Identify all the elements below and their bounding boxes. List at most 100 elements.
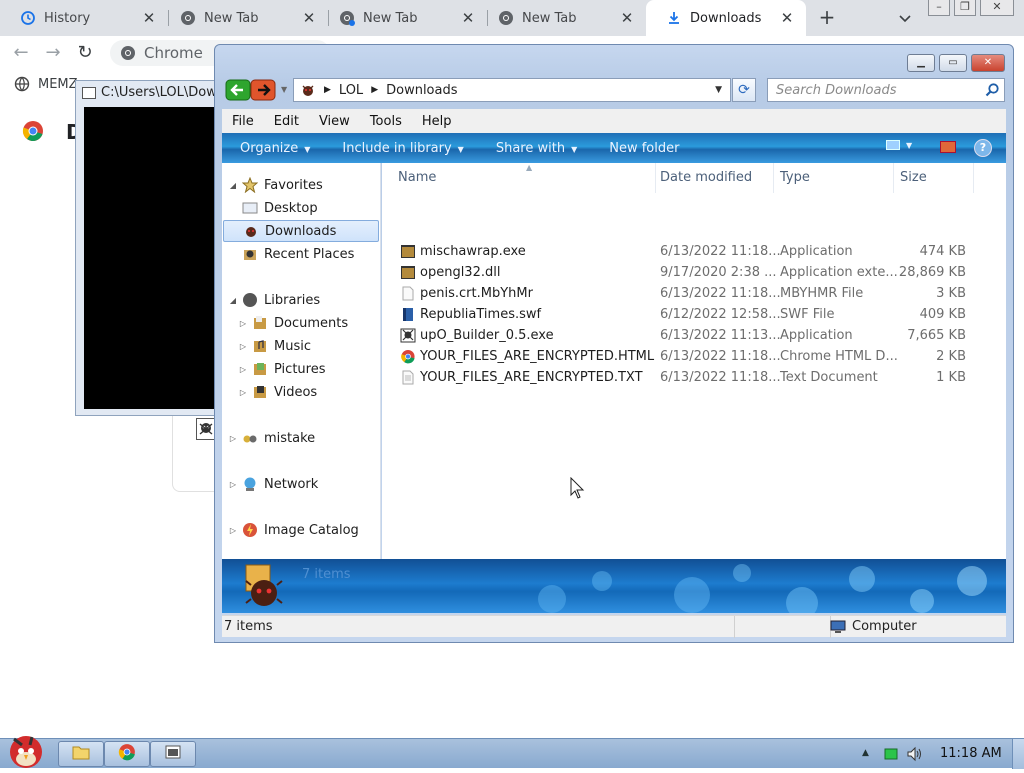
- expand-arrow-icon[interactable]: ▷: [238, 319, 248, 328]
- expand-arrow-icon[interactable]: ▷: [238, 365, 248, 374]
- browser-tab-strip: History ✕ New Tab ✕ New Tab ✕ New Tab ✕ …: [0, 0, 1024, 36]
- file-row[interactable]: upO_Builder_0.5.exe 6/13/2022 11:13... A…: [382, 326, 982, 347]
- console-output[interactable]: [84, 107, 226, 409]
- tab-downloads[interactable]: Downloads ✕: [646, 0, 806, 36]
- explorer-address-bar[interactable]: ▶ LOL ▶ Downloads ▼: [293, 78, 731, 102]
- skull-app-icon[interactable]: [196, 418, 216, 440]
- menu-help[interactable]: Help: [412, 114, 462, 129]
- nav-recent-places[interactable]: Recent Places: [242, 243, 354, 265]
- expand-arrow-icon[interactable]: ▷: [228, 480, 238, 489]
- tab-new-tab-2[interactable]: New Tab ✕: [319, 0, 487, 36]
- console-window[interactable]: C:\Users\LOL\Downloads: [75, 80, 260, 416]
- nav-documents[interactable]: ▷ Documents: [238, 312, 348, 334]
- history-dropdown-icon[interactable]: ▼: [281, 85, 287, 94]
- file-row[interactable]: mischawrap.exe 6/13/2022 11:18... Applic…: [382, 242, 982, 263]
- file-size: 2 KB: [936, 349, 966, 364]
- expand-arrow-icon[interactable]: ▷: [228, 526, 238, 535]
- include-in-library-button[interactable]: Include in library ▼: [342, 141, 463, 156]
- nav-label: mistake: [264, 430, 316, 446]
- show-hidden-icons-icon[interactable]: ▲: [862, 748, 869, 758]
- file-date: 9/17/2020 2:38 ...: [660, 265, 777, 280]
- close-tab-icon[interactable]: ✕: [300, 9, 318, 27]
- tab-history[interactable]: History ✕: [0, 0, 168, 36]
- nav-favorites[interactable]: ◢ Favorites: [228, 174, 323, 196]
- help-icon[interactable]: ?: [974, 139, 992, 157]
- new-tab-button[interactable]: +: [816, 7, 838, 29]
- file-row[interactable]: RepubliaTimes.swf 6/12/2022 12:58... SWF…: [382, 305, 982, 326]
- column-header-date[interactable]: Date modified: [654, 163, 774, 193]
- blank-file-icon: [400, 286, 416, 301]
- column-header-type[interactable]: Type: [774, 163, 894, 193]
- search-icon[interactable]: [984, 82, 1000, 98]
- taskbar-chrome-button[interactable]: [104, 741, 150, 767]
- restore-button[interactable]: ❐: [954, 0, 976, 16]
- new-folder-button[interactable]: New folder: [609, 141, 679, 156]
- minimize-button[interactable]: ▁: [907, 54, 935, 72]
- nav-mistake[interactable]: ▷ mistake: [228, 427, 315, 449]
- column-header-name[interactable]: Name ▲: [392, 163, 656, 193]
- taskbar-clock[interactable]: 11:18 AM: [940, 746, 1002, 761]
- expand-arrow-icon[interactable]: ▷: [238, 388, 248, 397]
- menu-view[interactable]: View: [309, 114, 360, 129]
- refresh-button[interactable]: ⟳: [732, 78, 756, 102]
- share-with-button[interactable]: Share with ▼: [496, 141, 577, 156]
- bookmark-memz[interactable]: MEMZ: [14, 76, 78, 92]
- menu-tools[interactable]: Tools: [360, 114, 412, 129]
- nav-libraries[interactable]: ◢ Libraries: [228, 289, 320, 311]
- file-row[interactable]: YOUR_FILES_ARE_ENCRYPTED.TXT 6/13/2022 1…: [382, 368, 982, 389]
- volume-icon[interactable]: [906, 746, 924, 766]
- maximize-button[interactable]: ▭: [939, 54, 967, 72]
- file-row[interactable]: penis.crt.MbYhMr 6/13/2022 11:18... MBYH…: [382, 284, 982, 305]
- nav-image-catalog[interactable]: ▷ Image Catalog: [228, 519, 359, 541]
- start-button[interactable]: [2, 731, 50, 773]
- chevron-right-icon[interactable]: ▶: [324, 85, 331, 95]
- menu-edit[interactable]: Edit: [264, 114, 309, 129]
- expand-arrow-icon[interactable]: ▷: [228, 434, 238, 443]
- chevron-down-icon[interactable]: ▼: [715, 85, 722, 95]
- nav-downloads[interactable]: Downloads: [223, 220, 379, 242]
- tab-search-chevron-icon[interactable]: [895, 8, 915, 28]
- taskbar-console-button[interactable]: [150, 741, 196, 767]
- breadcrumb-downloads[interactable]: Downloads: [386, 83, 457, 98]
- tab-new-tab-1[interactable]: New Tab ✕: [160, 0, 328, 36]
- file-size: 1 KB: [936, 370, 966, 385]
- close-window-button[interactable]: ✕: [980, 0, 1014, 16]
- column-label: Type: [780, 170, 810, 185]
- menu-file[interactable]: File: [222, 114, 264, 129]
- close-tab-icon[interactable]: ✕: [618, 9, 636, 27]
- chevron-right-icon[interactable]: ▶: [371, 85, 378, 95]
- file-row[interactable]: opengl32.dll 9/17/2020 2:38 ... Applicat…: [382, 263, 982, 284]
- close-button[interactable]: ✕: [971, 54, 1005, 72]
- close-tab-icon[interactable]: ✕: [778, 9, 796, 27]
- show-desktop-button[interactable]: [1012, 739, 1024, 769]
- collapse-arrow-icon[interactable]: ◢: [228, 296, 238, 305]
- back-arrow-icon[interactable]: ←: [10, 42, 32, 64]
- search-input[interactable]: Search Downloads: [767, 78, 1005, 102]
- tab-new-tab-3[interactable]: New Tab ✕: [478, 0, 646, 36]
- organize-button[interactable]: Organize ▼: [240, 141, 310, 156]
- nav-label: Network: [264, 476, 319, 492]
- minimize-button[interactable]: –: [928, 0, 950, 16]
- file-type: Application: [780, 328, 853, 343]
- taskbar-explorer-button[interactable]: [58, 741, 104, 767]
- power-status-icon[interactable]: [884, 747, 898, 765]
- close-tab-icon[interactable]: ✕: [459, 9, 477, 27]
- forward-arrow-icon[interactable]: →: [42, 42, 64, 64]
- file-date: 6/13/2022 11:18...: [660, 349, 781, 364]
- nav-pictures[interactable]: ▷ Pictures: [238, 358, 326, 380]
- close-tab-icon[interactable]: ✕: [140, 9, 158, 27]
- preview-pane-icon[interactable]: [940, 141, 956, 153]
- nav-videos[interactable]: ▷ Videos: [238, 381, 317, 403]
- reload-icon[interactable]: ↻: [74, 42, 96, 64]
- nav-network[interactable]: ▷ Network: [228, 473, 318, 495]
- collapse-arrow-icon[interactable]: ◢: [228, 181, 238, 190]
- nav-music[interactable]: ▷ Music: [238, 335, 311, 357]
- file-row[interactable]: YOUR_FILES_ARE_ENCRYPTED.HTML 6/13/2022 …: [382, 347, 982, 368]
- change-view-button[interactable]: ▼: [886, 140, 912, 150]
- chrome-icon: [120, 45, 136, 61]
- expand-arrow-icon[interactable]: ▷: [238, 342, 248, 351]
- breadcrumb-lol[interactable]: LOL: [339, 83, 363, 98]
- nav-desktop[interactable]: Desktop: [242, 197, 318, 219]
- column-header-size[interactable]: Size: [894, 163, 974, 193]
- taskbar: ▲ 11:18 AM: [0, 736, 1024, 769]
